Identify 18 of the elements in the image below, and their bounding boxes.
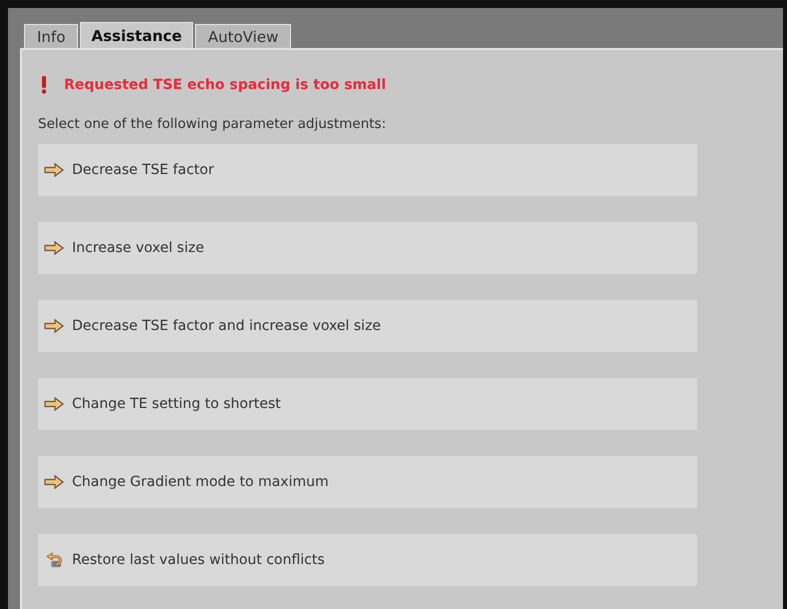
error-message: Requested TSE echo spacing is too small <box>64 77 386 93</box>
adjustment-option[interactable]: Increase voxel size <box>38 222 697 274</box>
undo-icon <box>44 552 64 568</box>
instruction-text: Select one of the following parameter adjustments: <box>38 116 388 132</box>
tab[interactable]: Assistance <box>80 22 193 48</box>
adjustment-option[interactable]: Decrease TSE factor <box>38 144 697 196</box>
exclamation-icon <box>40 76 48 94</box>
tab[interactable]: AutoView <box>194 24 292 48</box>
adjustment-option[interactable]: Restore last values without conflicts <box>38 534 697 586</box>
adjustment-option[interactable]: Change TE setting to shortest <box>38 378 697 430</box>
tab[interactable]: Info <box>24 24 78 48</box>
arrow-icon <box>44 474 64 490</box>
arrow-icon <box>44 162 64 178</box>
arrow-icon <box>44 318 64 334</box>
adjustment-option[interactable]: Decrease TSE factor and increase voxel size <box>38 300 697 352</box>
adjustment-option[interactable]: Change Gradient mode to maximum <box>38 456 697 508</box>
arrow-icon <box>44 396 64 412</box>
arrow-icon <box>44 240 64 256</box>
